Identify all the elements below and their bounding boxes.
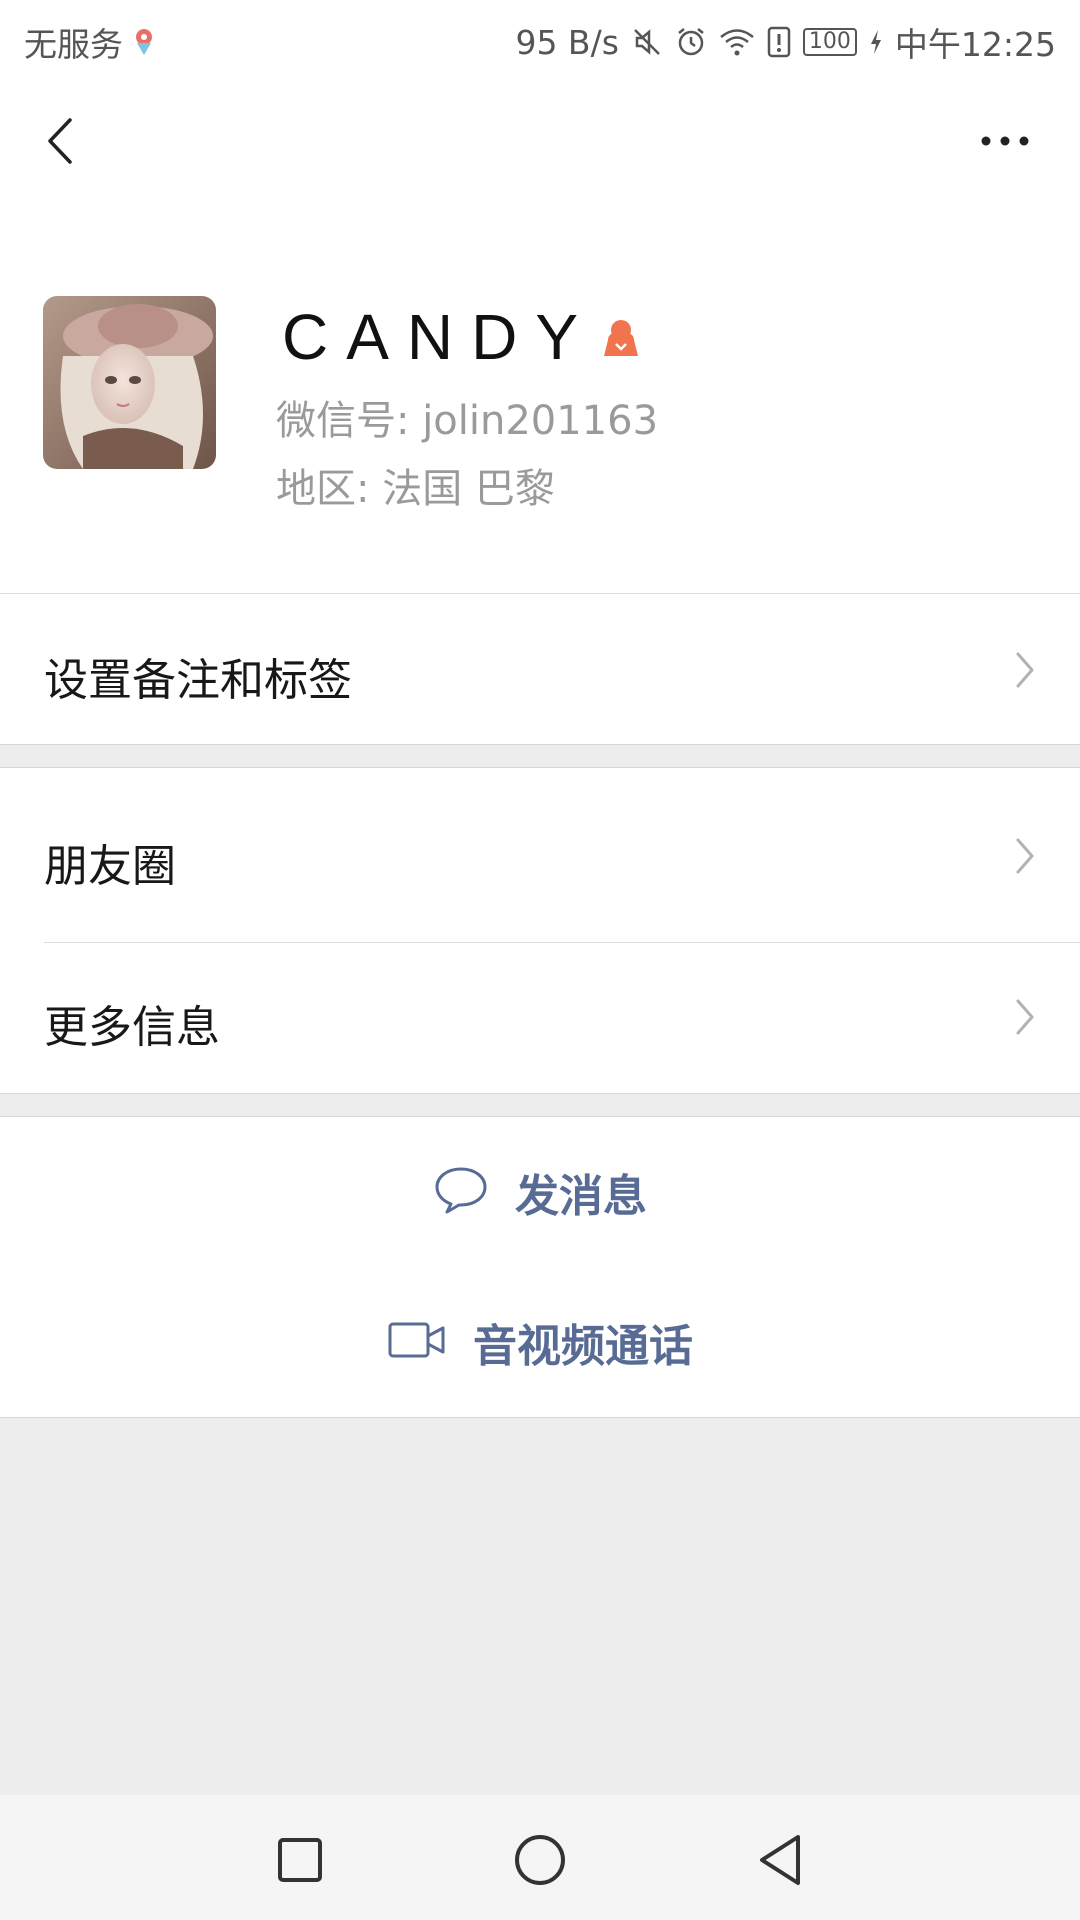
profile-name: CANDY [282, 301, 597, 373]
header-bar [0, 76, 1080, 204]
battery-indicator: 100 [802, 28, 857, 56]
chevron-right-icon [1010, 836, 1040, 876]
video-call-label: 音视频通话 [473, 1321, 693, 1372]
home-button[interactable] [505, 1825, 575, 1895]
circle-icon [515, 1835, 565, 1885]
set-remark-tags-row[interactable]: 设置备注和标签 [0, 594, 1080, 744]
set-remark-tags-label: 设置备注和标签 [44, 655, 352, 706]
profile-card: CANDY 微信号: jolin201163 地区: 法国 巴黎 [0, 204, 1080, 594]
chevron-left-icon [48, 118, 72, 164]
chevron-right-icon [1010, 650, 1040, 690]
recent-apps-button[interactable] [265, 1825, 335, 1895]
wifi-icon [719, 27, 755, 57]
charging-icon [869, 28, 883, 56]
location-pin-icon [133, 27, 155, 57]
status-bar: 无服务 95 B/s 100 中午12:25 [0, 0, 1080, 76]
back-button[interactable] [30, 106, 90, 176]
more-button[interactable] [970, 106, 1040, 176]
square-icon [278, 1838, 322, 1882]
more-dots-icon [981, 136, 1029, 146]
video-camera-icon [387, 1320, 447, 1364]
carrier-text: 无服务 [24, 25, 123, 64]
sim-alert-icon [767, 26, 791, 58]
net-speed-text: 95 B/s [515, 22, 619, 62]
female-icon [600, 316, 642, 362]
alarm-icon [675, 26, 707, 58]
divider [0, 744, 1080, 745]
avatar-image [43, 296, 216, 469]
system-nav-bar [0, 1795, 1080, 1920]
send-message-label: 发消息 [515, 1171, 647, 1222]
nav-back-button[interactable] [745, 1825, 815, 1895]
video-call-button[interactable]: 音视频通话 [0, 1267, 1080, 1417]
divider [0, 1417, 1080, 1418]
clock-text: 中午12:25 [894, 25, 1056, 64]
divider [0, 1093, 1080, 1094]
chevron-right-icon [1010, 997, 1040, 1037]
send-message-button[interactable]: 发消息 [0, 1117, 1080, 1267]
avatar[interactable] [43, 296, 216, 469]
moments-label: 朋友圈 [44, 841, 176, 892]
moments-row[interactable]: 朋友圈 [0, 768, 1080, 943]
region-text: 地区: 法国 巴黎 [276, 466, 555, 512]
more-info-label: 更多信息 [44, 1002, 220, 1053]
chat-bubble-icon [433, 1165, 489, 1219]
mute-icon [631, 26, 663, 58]
wechat-id-text: 微信号: jolin201163 [276, 398, 659, 444]
triangle-back-icon [760, 1835, 800, 1885]
more-info-row[interactable]: 更多信息 [0, 943, 1080, 1093]
